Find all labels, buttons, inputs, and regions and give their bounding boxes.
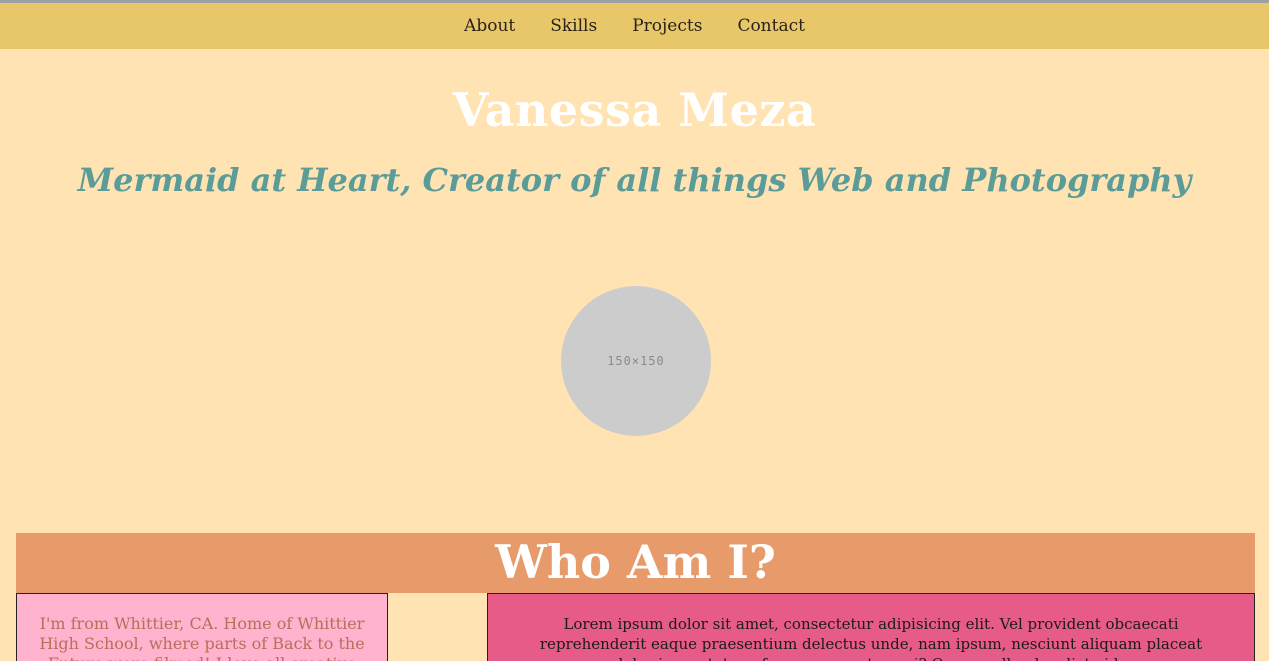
bio-card: I'm from Whittier, CA. Home of Whittier … <box>16 593 388 661</box>
avatar: 150×150 <box>561 286 711 436</box>
about-section-heading: Who Am I? <box>16 533 1255 593</box>
nav-link-about[interactable]: About <box>464 16 515 36</box>
description-card: Lorem ipsum dolor sit amet, consectetur … <box>487 593 1255 661</box>
top-navigation: About Skills Projects Contact <box>0 0 1269 49</box>
nav-link-projects[interactable]: Projects <box>632 16 702 36</box>
bio-text: I'm from Whittier, CA. Home of Whittier … <box>39 614 365 661</box>
nav-link-skills[interactable]: Skills <box>550 16 597 36</box>
hero-tagline: Mermaid at Heart, Creator of all things … <box>77 161 1192 199</box>
description-text: Lorem ipsum dolor sit amet, consectetur … <box>539 615 1203 661</box>
avatar-placeholder-label: 150×150 <box>607 354 665 368</box>
nav-link-contact[interactable]: Contact <box>737 16 805 36</box>
page-title: Vanessa Meza <box>452 83 817 137</box>
